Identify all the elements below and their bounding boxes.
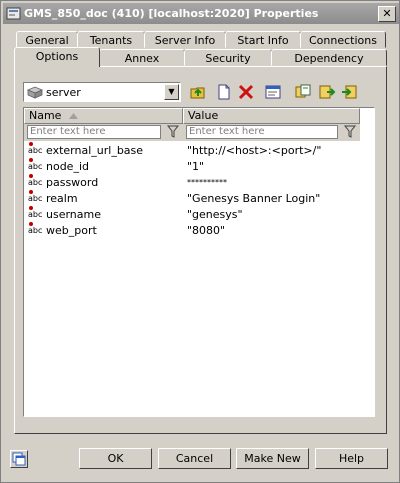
value-filter: Enter text here [183, 124, 360, 141]
string-type-icon: abc [28, 222, 46, 235]
options-grid[interactable]: Name Value Enter text here Enter text he… [23, 107, 375, 417]
option-name: web_port [46, 224, 97, 237]
tab-dependency[interactable]: Dependency [271, 49, 387, 66]
sort-ascending-icon [69, 113, 78, 119]
app-icon [6, 7, 21, 20]
option-name: realm [46, 192, 78, 205]
string-type-icon: abc [28, 142, 46, 155]
option-name: username [46, 208, 101, 221]
section-combo-value: server [46, 86, 81, 99]
table-row[interactable]: abc web_port "8080" [24, 222, 374, 239]
table-row[interactable]: abc node_id "1" [24, 158, 374, 175]
make-new-button[interactable]: Make New [236, 448, 309, 469]
tab-server-info[interactable]: Server Info [144, 31, 226, 48]
filter-icon[interactable] [344, 125, 356, 138]
value-filter-input[interactable]: Enter text here [186, 125, 338, 139]
column-header-value[interactable]: Value [183, 108, 360, 124]
section-combo[interactable]: server ▼ [23, 82, 181, 102]
tab-tenants[interactable]: Tenants [77, 31, 145, 48]
option-value: "http://<host>:<port>/" [187, 144, 322, 157]
table-row[interactable]: abc username "genesys" [24, 206, 374, 223]
chevron-down-icon[interactable]: ▼ [164, 84, 179, 100]
windows-icon [12, 452, 26, 466]
name-filter: Enter text here [24, 124, 183, 141]
tab-start-info[interactable]: Start Info [225, 31, 301, 48]
ok-button[interactable]: OK [79, 448, 152, 469]
help-button[interactable]: Help [315, 448, 388, 469]
option-name: password [46, 176, 99, 189]
copy-icon[interactable] [294, 83, 312, 101]
title-bar[interactable]: GMS_850_doc (410) [localhost:2020] Prope… [3, 3, 399, 24]
string-type-icon: abc [28, 158, 46, 171]
option-value: "1" [187, 160, 205, 173]
filter-icon[interactable] [167, 125, 179, 138]
copy-window-button[interactable] [10, 450, 28, 468]
option-value: "8080" [187, 224, 226, 237]
option-value: ********** [187, 178, 227, 187]
table-row[interactable]: abc external_url_base "http://<host>:<por… [24, 142, 374, 159]
tab-connections[interactable]: Connections [300, 31, 386, 48]
import-icon[interactable] [340, 83, 358, 101]
option-name: node_id [46, 160, 89, 173]
folder-up-icon[interactable] [189, 83, 207, 101]
properties-icon[interactable] [264, 83, 282, 101]
export-icon[interactable] [318, 83, 336, 101]
string-type-icon: abc [28, 174, 46, 187]
window-title: GMS_850_doc (410) [localhost:2020] Prope… [24, 7, 319, 20]
close-button[interactable]: ✕ [378, 6, 396, 22]
delete-icon[interactable] [237, 83, 255, 101]
cancel-button[interactable]: Cancel [158, 448, 231, 469]
column-header-name[interactable]: Name [24, 108, 183, 124]
table-row[interactable]: abc password ********** [24, 174, 374, 191]
tab-security[interactable]: Security [184, 49, 272, 66]
option-value: "genesys" [187, 208, 243, 221]
section-icon [27, 86, 43, 99]
tab-options[interactable]: Options [14, 47, 100, 67]
option-name: external_url_base [46, 144, 144, 157]
string-type-icon: abc [28, 190, 46, 203]
name-filter-input[interactable]: Enter text here [27, 125, 161, 139]
table-row[interactable]: abc realm "Genesys Banner Login" [24, 190, 374, 207]
column-header-name-label: Name [29, 109, 62, 122]
new-icon[interactable] [215, 83, 233, 101]
option-value: "Genesys Banner Login" [187, 192, 321, 205]
tab-general[interactable]: General [16, 31, 78, 48]
tab-annex[interactable]: Annex [99, 49, 185, 66]
string-type-icon: abc [28, 206, 46, 219]
